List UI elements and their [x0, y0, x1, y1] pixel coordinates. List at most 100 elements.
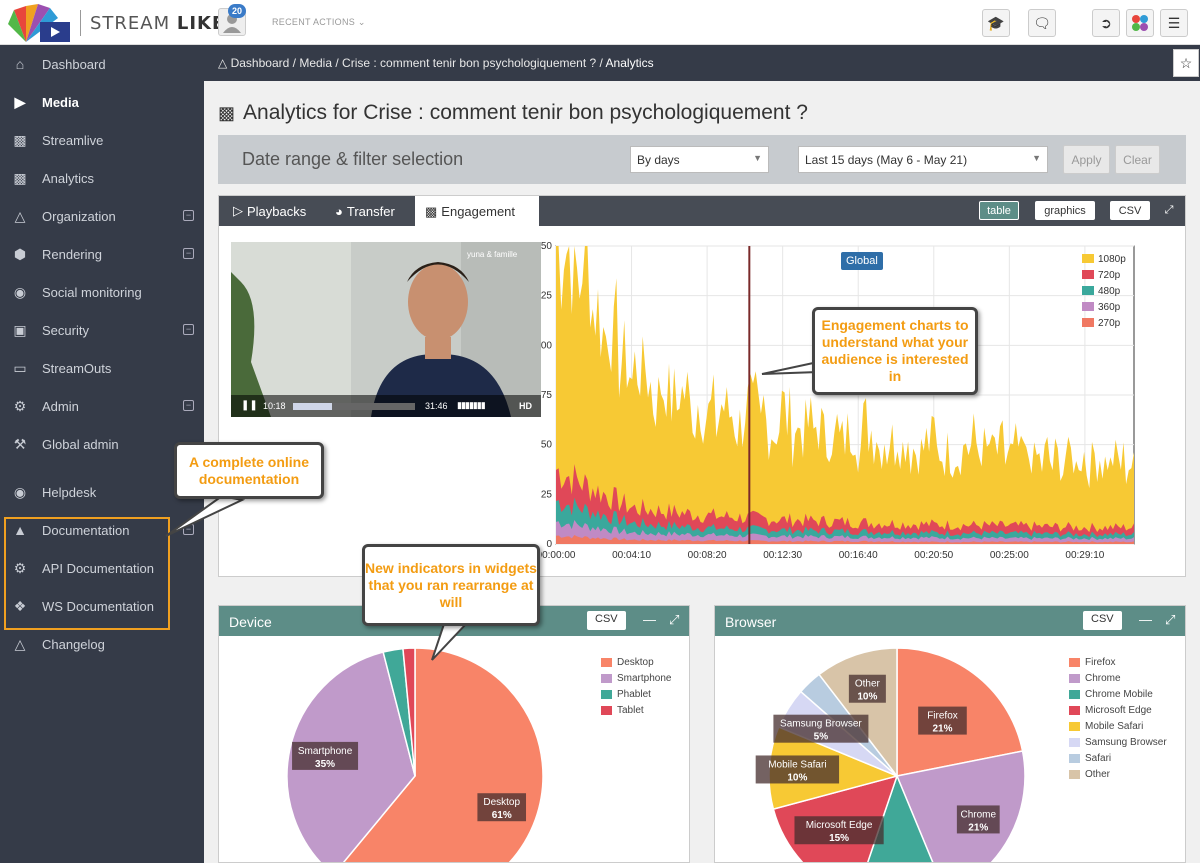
legend-label: Tablet	[617, 704, 644, 716]
browser-csv-button[interactable]: CSV	[1083, 611, 1122, 630]
sidebar-item-security[interactable]: ▣ Security −	[0, 311, 204, 349]
table-view-button[interactable]: table	[979, 201, 1019, 220]
legend-item[interactable]: Phablet	[601, 686, 671, 702]
chevron-down-icon: ▼	[753, 153, 762, 163]
sidebar-item-social-monitoring[interactable]: ◉ Social monitoring	[0, 273, 204, 311]
legend-item[interactable]: Mobile Safari	[1069, 718, 1167, 734]
collapse-icon[interactable]: −	[183, 210, 194, 221]
breadcrumb-dashboard[interactable]: Dashboard	[231, 56, 290, 70]
collapse-icon[interactable]: −	[183, 248, 194, 259]
recent-actions-menu[interactable]: RECENT ACTIONS ⌄	[272, 17, 366, 28]
breadcrumb-item[interactable]: Crise : comment tenir bon psychologiquem…	[342, 56, 596, 70]
video-player[interactable]: yuna & famille ❚❚ 10:18 31:46 ▮▮▮▮▮▮▮ HD	[231, 242, 541, 417]
pause-icon[interactable]: ❚❚	[241, 400, 258, 411]
video-frame	[231, 242, 541, 417]
legend-item[interactable]: Firefox	[1069, 654, 1167, 670]
video-current-time: 10:18	[263, 401, 286, 411]
legend-label: 1080p	[1098, 254, 1126, 265]
quality-badge[interactable]: HD	[519, 401, 532, 411]
legend-item[interactable]: Samsung Browser	[1069, 734, 1167, 750]
tab-engagement[interactable]: ▩ Engagement	[415, 196, 539, 227]
sidebar-item-rendering[interactable]: ⬢ Rendering −	[0, 235, 204, 273]
engagement-chart[interactable]: 150 125 100 75 50 25 000:00:00 00:04:10 00:08:20…	[541, 236, 1181, 571]
collapse-icon[interactable]: −	[183, 324, 194, 335]
y-tick-label: 100	[541, 340, 552, 351]
favorite-button[interactable]: ☆	[1173, 49, 1199, 77]
data-label-name: Microsoft Edge	[806, 820, 873, 831]
chat-button[interactable]: 🗨	[1028, 9, 1056, 37]
legend-item[interactable]: Tablet	[601, 702, 671, 718]
device-legend: Desktop Smartphone Phablet Tablet	[601, 654, 671, 718]
x-tick-label: 00:29:10	[1065, 550, 1104, 561]
browser-widget: Browser CSV — ⤢ Firefox 21% Chrome 21% Micro…	[714, 605, 1186, 863]
legend-swatch	[1082, 270, 1094, 279]
sidebar-item-changelog[interactable]: △ Changelog	[0, 625, 204, 663]
sidebar-item-admin[interactable]: ⚙ Admin −	[0, 387, 204, 425]
data-label-value: 21%	[932, 724, 952, 735]
legend-item[interactable]: Desktop	[601, 654, 671, 670]
collapse-icon[interactable]: −	[183, 524, 194, 535]
tab-playbacks[interactable]: ▷ Playbacks	[223, 196, 316, 226]
breadcrumb-media[interactable]: Media	[299, 56, 332, 70]
graduation-cap-icon: 🎓	[987, 14, 1005, 31]
top-bar: STREAM LIKE 20 RECENT ACTIONS ⌄ 🎓 🗨 ➲ ☰	[0, 0, 1200, 45]
chevron-down-icon: ⌄	[357, 17, 366, 27]
organization-logo-icon	[1132, 15, 1148, 31]
organization-switch-button[interactable]	[1126, 9, 1154, 37]
x-tick-label: 00:25:00	[990, 550, 1029, 561]
expand-icon[interactable]: ⤢	[669, 612, 679, 628]
y-tick-label: 75	[541, 390, 552, 401]
apply-button[interactable]: Apply	[1063, 145, 1110, 174]
legend-label: 360p	[1098, 302, 1121, 313]
volume-icon[interactable]: ▮▮▮▮▮▮▮	[457, 400, 486, 411]
logout-icon: ➲	[1100, 14, 1112, 31]
video-progress-bar[interactable]	[293, 403, 415, 410]
sidebar-item-media[interactable]: ▶ Media	[0, 83, 204, 121]
data-label-name: Samsung Browser	[780, 719, 862, 730]
legend-label: 480p	[1098, 286, 1121, 297]
sidebar-item-organization[interactable]: △ Organization −	[0, 197, 204, 235]
sidebar-item-analytics[interactable]: ▩ Analytics	[0, 159, 204, 197]
pie-data-label: Samsung Browser 5%	[773, 714, 869, 743]
legend-swatch	[1069, 721, 1080, 731]
documentation-callout: A complete online documentation	[174, 442, 324, 499]
legend-swatch	[1082, 254, 1094, 263]
data-label-value: 15%	[829, 833, 849, 844]
clear-button[interactable]: Clear	[1115, 145, 1160, 174]
data-label-name: Other	[855, 679, 881, 690]
legend-swatch	[1069, 657, 1080, 667]
logout-button[interactable]: ➲	[1092, 9, 1120, 37]
legend-item[interactable]: Chrome	[1069, 670, 1167, 686]
legend-item[interactable]: Other	[1069, 766, 1167, 782]
legend-item[interactable]: Smartphone	[601, 670, 671, 686]
minimize-icon[interactable]: —	[643, 612, 656, 627]
date-range-select[interactable]: Last 15 days (May 6 - May 21) ▼	[798, 146, 1048, 173]
widgets-callout: New indicators in widgets that you ran r…	[362, 544, 540, 626]
group-by-select[interactable]: By days ▼	[630, 146, 769, 173]
csv-export-button[interactable]: CSV	[1110, 201, 1150, 220]
expand-icon[interactable]: ⤢	[1165, 612, 1175, 628]
legend-item[interactable]: Safari	[1069, 750, 1167, 766]
home-icon: ⌂	[15, 56, 25, 72]
collapse-icon[interactable]: −	[183, 400, 194, 411]
sidebar-item-streamouts[interactable]: ▭ StreamOuts	[0, 349, 204, 387]
legend-item[interactable]: Microsoft Edge	[1069, 702, 1167, 718]
bar-chart-icon: ▩	[425, 203, 438, 219]
legend-swatch	[601, 689, 612, 699]
sidebar-item-dashboard[interactable]: ⌂ Dashboard	[0, 45, 204, 83]
graphics-view-button[interactable]: graphics	[1035, 201, 1095, 220]
graduation-cap-button[interactable]: 🎓	[982, 9, 1010, 37]
tab-transfer[interactable]: ◕ Transfer	[325, 196, 405, 226]
device-csv-button[interactable]: CSV	[587, 611, 626, 630]
expand-icon[interactable]: ⤢	[1161, 201, 1177, 220]
minimize-icon[interactable]: —	[1139, 612, 1152, 627]
data-label-name: Mobile Safari	[768, 759, 826, 770]
engagement-callout: Engagement charts to understand what you…	[812, 307, 978, 395]
sidebar-item-streamlive[interactable]: ▩ Streamlive	[0, 121, 204, 159]
filter-title: Date range & filter selection	[242, 149, 464, 169]
menu-button[interactable]: ☰	[1160, 9, 1188, 37]
streamlike-logo-icon[interactable]	[6, 2, 72, 44]
legend-item[interactable]: Chrome Mobile	[1069, 686, 1167, 702]
pie-data-label: Other 10%	[848, 674, 886, 703]
x-tick-label: 00:12:30	[763, 550, 802, 561]
